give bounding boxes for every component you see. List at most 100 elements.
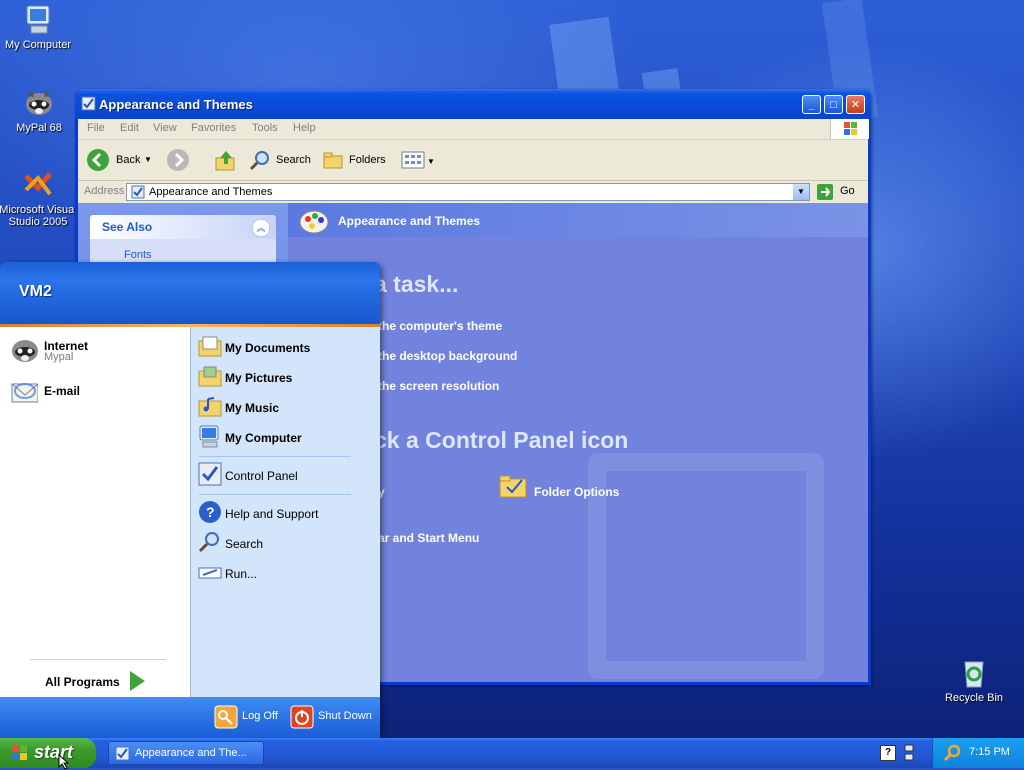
address-field[interactable]: Appearance and Themes ▼	[126, 183, 810, 201]
task-link-background[interactable]: the desktop background	[378, 349, 517, 363]
start-menu-places: My Documents My Pictures My Music My Com…	[190, 327, 380, 697]
clock[interactable]: 7:15 PM	[969, 746, 1010, 758]
desktop-icon-visual-studio[interactable]: Microsoft Visual Studio 2005	[0, 168, 78, 228]
my-computer-label: My Computer	[225, 431, 302, 445]
menu-favorites[interactable]: Favorites	[191, 122, 236, 134]
my-music-icon	[198, 397, 222, 417]
my-documents-icon	[198, 336, 222, 357]
run-icon	[198, 567, 222, 579]
up-folder-button[interactable]	[214, 148, 238, 172]
search-icon	[249, 151, 269, 171]
forward-arrow-icon	[167, 149, 189, 171]
chevron-down-icon[interactable]: ▼	[144, 148, 152, 172]
search-label: Search	[276, 154, 311, 166]
user-name: VM2	[19, 283, 52, 300]
control-panel-icon	[115, 746, 130, 761]
desktop-icon-label: Recycle Bin	[944, 692, 1004, 704]
address-label: Address	[84, 185, 125, 197]
menu-file[interactable]: File	[87, 122, 105, 134]
help-support-item[interactable]: ? Help and Support	[197, 499, 373, 527]
taskbar-window-label: Appearance and The...	[135, 747, 247, 759]
run-item[interactable]: Run...	[197, 559, 373, 587]
control-panel-icon	[81, 96, 96, 111]
address-value: Appearance and Themes	[149, 186, 273, 198]
task-link-resolution[interactable]: the screen resolution	[378, 379, 499, 393]
views-grid-icon: ▼	[401, 151, 435, 169]
my-music-item[interactable]: My Music	[197, 393, 373, 421]
places-separator	[199, 456, 351, 457]
raccoon-browser-icon	[12, 340, 38, 362]
cp-icon-folder-options[interactable]: Folder Options	[534, 485, 619, 499]
menu-view[interactable]: View	[153, 122, 177, 134]
pinned-email[interactable]: E-mail	[10, 377, 180, 405]
log-off-label: Log Off	[242, 710, 278, 722]
start-menu-header: VM2	[0, 262, 380, 324]
my-pictures-label: My Pictures	[225, 371, 293, 385]
see-also-header[interactable]: See Also ︽	[90, 215, 276, 239]
menu-help[interactable]: Help	[293, 122, 316, 134]
cp-icon-taskbar-link[interactable]: ar and Start Menu	[378, 531, 479, 545]
desktop-icon-label: Microsoft Visual Studio 2005	[0, 204, 77, 228]
mypal-raccoon-icon	[22, 86, 56, 120]
collapse-chevron-icon[interactable]: ︽	[252, 219, 270, 237]
my-pictures-item[interactable]: My Pictures	[197, 363, 373, 391]
pinned-internet[interactable]: Internet Mypal	[10, 335, 180, 363]
back-label: Back	[116, 154, 141, 166]
task-link-theme[interactable]: the computer's theme	[378, 319, 502, 333]
my-documents-item[interactable]: My Documents	[197, 333, 373, 361]
log-off-key-icon	[214, 705, 238, 729]
search-label: Search	[225, 537, 264, 551]
menu-tools[interactable]: Tools	[252, 122, 278, 134]
my-documents-label: My Documents	[225, 341, 311, 355]
control-panel-label: Control Panel	[225, 469, 298, 483]
close-button[interactable]: ✕	[846, 95, 865, 114]
address-bar: Address Appearance and Themes ▼ Go	[78, 181, 868, 203]
watermark-icon	[588, 453, 824, 679]
desktop-icon-mypal[interactable]: MyPal 68	[0, 86, 79, 134]
go-arrow-icon	[817, 184, 833, 200]
views-button[interactable]: ▼	[400, 148, 436, 172]
folders-label: Folders	[349, 154, 386, 166]
shut-down-button[interactable]: Shut Down	[290, 705, 374, 731]
menu-bar: File Edit View Favorites Tools Help	[78, 119, 869, 140]
see-also-title: See Also	[102, 220, 153, 234]
email-icon	[11, 383, 38, 403]
pick-task-heading: a task...	[374, 271, 459, 297]
start-menu: VM2 Internet Mypal E-mail All Programs M…	[0, 262, 380, 738]
help-tray-icon[interactable]: ?	[880, 745, 896, 761]
go-label: Go	[840, 185, 855, 197]
address-dropdown-icon[interactable]: ▼	[793, 184, 809, 200]
control-panel-icon	[198, 462, 222, 486]
recycle-bin-icon	[957, 656, 991, 690]
help-label: Help and Support	[225, 507, 319, 521]
menu-edit[interactable]: Edit	[120, 122, 139, 134]
folder-options-icon	[499, 475, 527, 498]
search-tray-icon[interactable]	[943, 744, 961, 762]
all-programs-button[interactable]: All Programs	[45, 667, 155, 695]
start-menu-pinned: Internet Mypal E-mail All Programs	[0, 327, 190, 697]
green-arrow-icon	[130, 671, 145, 691]
my-computer-item[interactable]: My Computer	[197, 423, 373, 451]
taskbar: start Appearance and The... ? 7:15 PM	[0, 738, 1024, 770]
network-tray-icon[interactable]	[902, 743, 916, 763]
control-panel-item[interactable]: Control Panel	[197, 461, 373, 489]
log-off-button[interactable]: Log Off	[214, 705, 284, 731]
search-item[interactable]: Search	[197, 529, 373, 557]
windows-flag-icon	[12, 745, 27, 760]
palette-icon	[299, 210, 329, 234]
see-also-fonts-link[interactable]: Fonts	[124, 249, 152, 261]
desktop-icon-my-computer[interactable]: My Computer	[0, 3, 78, 51]
windows-logo-icon	[830, 119, 869, 139]
system-tray: 7:15 PM	[932, 738, 1024, 768]
maximize-button[interactable]: □	[824, 95, 843, 114]
my-computer-icon	[21, 3, 55, 37]
taskbar-window-button[interactable]: Appearance and The...	[108, 741, 264, 765]
back-arrow-icon	[87, 149, 109, 171]
forward-button[interactable]	[166, 148, 190, 172]
minimize-button[interactable]: _	[802, 95, 821, 114]
close-icon: ✕	[850, 99, 861, 111]
svg-text:?: ?	[206, 504, 215, 520]
desktop-icon-recycle-bin[interactable]: Recycle Bin	[934, 656, 1014, 704]
shut-down-label: Shut Down	[318, 710, 372, 722]
start-button[interactable]: start	[0, 738, 96, 768]
